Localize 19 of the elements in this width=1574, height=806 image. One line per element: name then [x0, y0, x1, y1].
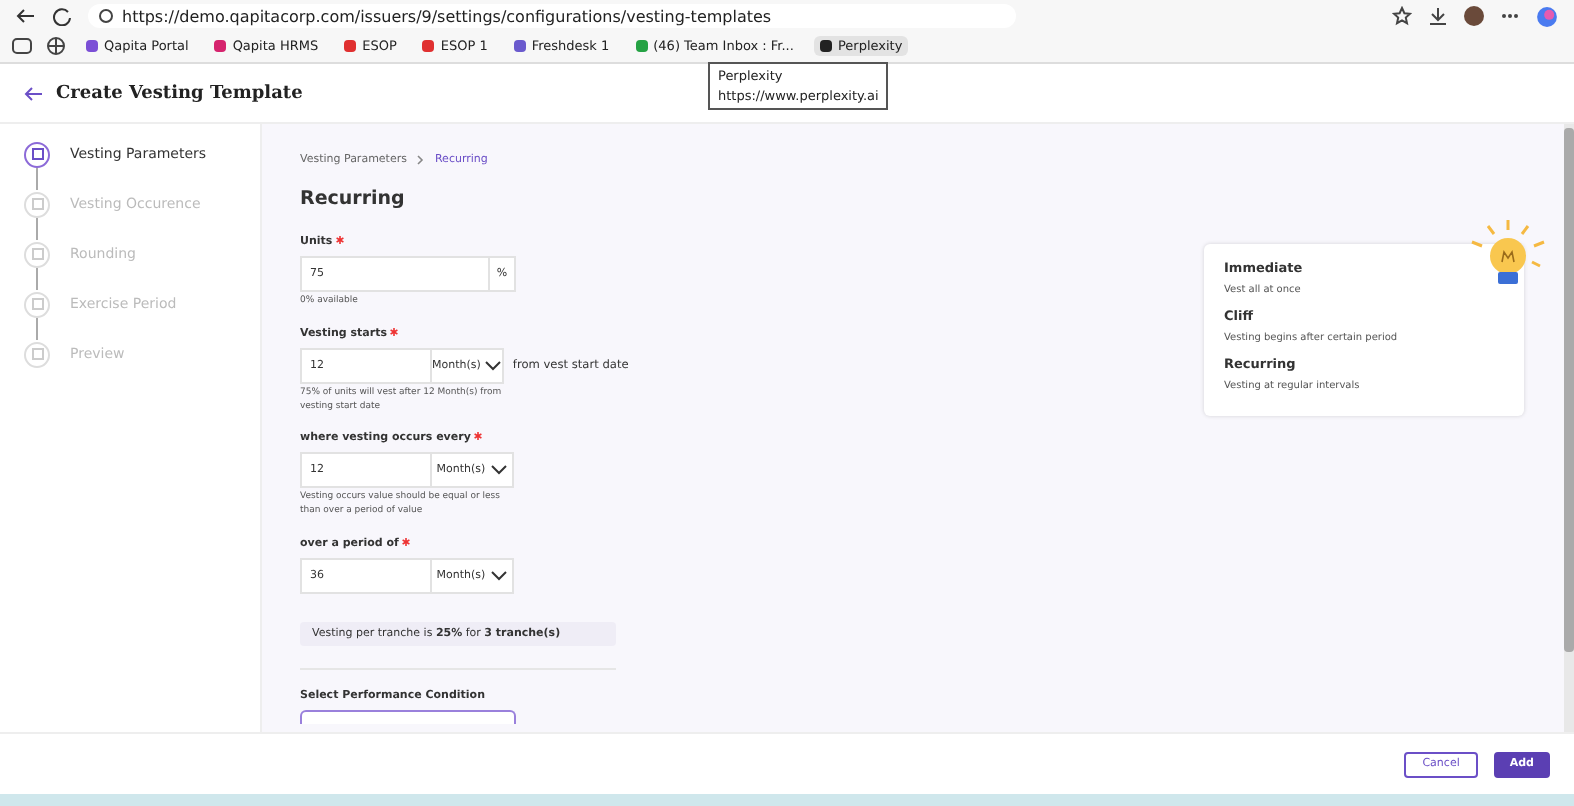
dropdown-field[interactable]: [300, 709, 516, 724]
caret-icon: [489, 569, 508, 582]
address-bar[interactable]: https://demo.qapitacorp.com/issuers/9/settings/configurations/vesting-templates: [88, 4, 1016, 28]
caret-icon: [489, 464, 508, 477]
section-heading: Recurring: [300, 188, 407, 210]
download-icon[interactable]: [1428, 6, 1448, 26]
refresh-icon[interactable]: [52, 6, 72, 26]
globe-icon[interactable]: [46, 36, 66, 56]
profile-avatar[interactable]: [1464, 6, 1484, 26]
page-title: Create Vesting Template: [56, 83, 303, 103]
tab-icon[interactable]: [12, 38, 32, 54]
scrollbar-thumb[interactable]: [1564, 128, 1574, 652]
caret-icon: [484, 359, 503, 372]
back-arrow-icon[interactable]: [24, 85, 44, 101]
back-icon[interactable]: [16, 6, 36, 26]
url-text: https://demo.qapitacorp.com/issuers/9/settings/configurations/vesting-templates: [122, 7, 772, 25]
chevron-icon: [416, 154, 425, 166]
star-icon[interactable]: [1392, 6, 1412, 26]
site-info-icon[interactable]: [98, 8, 114, 24]
